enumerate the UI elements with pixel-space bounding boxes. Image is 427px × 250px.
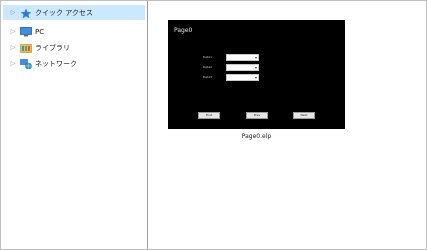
nav-item-quick-access[interactable]: ▷ クイック アクセス [3,5,145,20]
nav-item-network[interactable]: ▷ ネットワーク [3,56,145,71]
preview-field-box: ▾ [226,64,259,71]
preview-button-next: Next [293,112,315,119]
nav-item-label: クイック アクセス [35,8,93,17]
network-icon [20,58,32,69]
file-name-label[interactable]: Page0.elp [168,133,345,140]
explorer-window: ▷ クイック アクセス ▷ PC ▷ ライブラリ ▷ ネットワーク Page0 … [0,0,427,250]
nav-item-label: PC [35,27,45,36]
preview-title: Page0 [174,27,193,34]
library-icon [20,43,32,53]
preview-field-box: ▾ [226,74,259,81]
star-icon [20,8,32,18]
dropdown-arrow-icon: ▾ [254,65,257,70]
nav-item-label: ネットワーク [35,59,77,68]
preview-field-box: ▾ [226,54,259,61]
preview-button-prev: Prev [246,112,268,119]
nav-item-label: ライブラリ [35,43,70,52]
expand-chevron-icon[interactable]: ▷ [9,44,17,51]
expand-chevron-icon[interactable]: ▷ [9,9,17,16]
file-thumbnail[interactable]: Page0 Data1 ▾ Data2 ▾ Data3 ▾ First Prev… [168,20,345,129]
preview-field-label: Data1 [203,55,213,59]
preview-field-label: Data3 [203,75,213,79]
nav-item-library[interactable]: ▷ ライブラリ [3,40,145,55]
dropdown-arrow-icon: ▾ [254,75,257,80]
expand-chevron-icon[interactable]: ▷ [9,60,17,67]
pc-icon [20,26,32,37]
nav-item-pc[interactable]: ▷ PC [3,24,145,39]
preview-field-label: Data2 [203,65,213,69]
navigation-pane: ▷ クイック アクセス ▷ PC ▷ ライブラリ ▷ ネットワーク [1,1,148,249]
expand-chevron-icon[interactable]: ▷ [9,28,17,35]
preview-button-first: First [198,112,220,119]
dropdown-arrow-icon: ▾ [254,55,257,60]
